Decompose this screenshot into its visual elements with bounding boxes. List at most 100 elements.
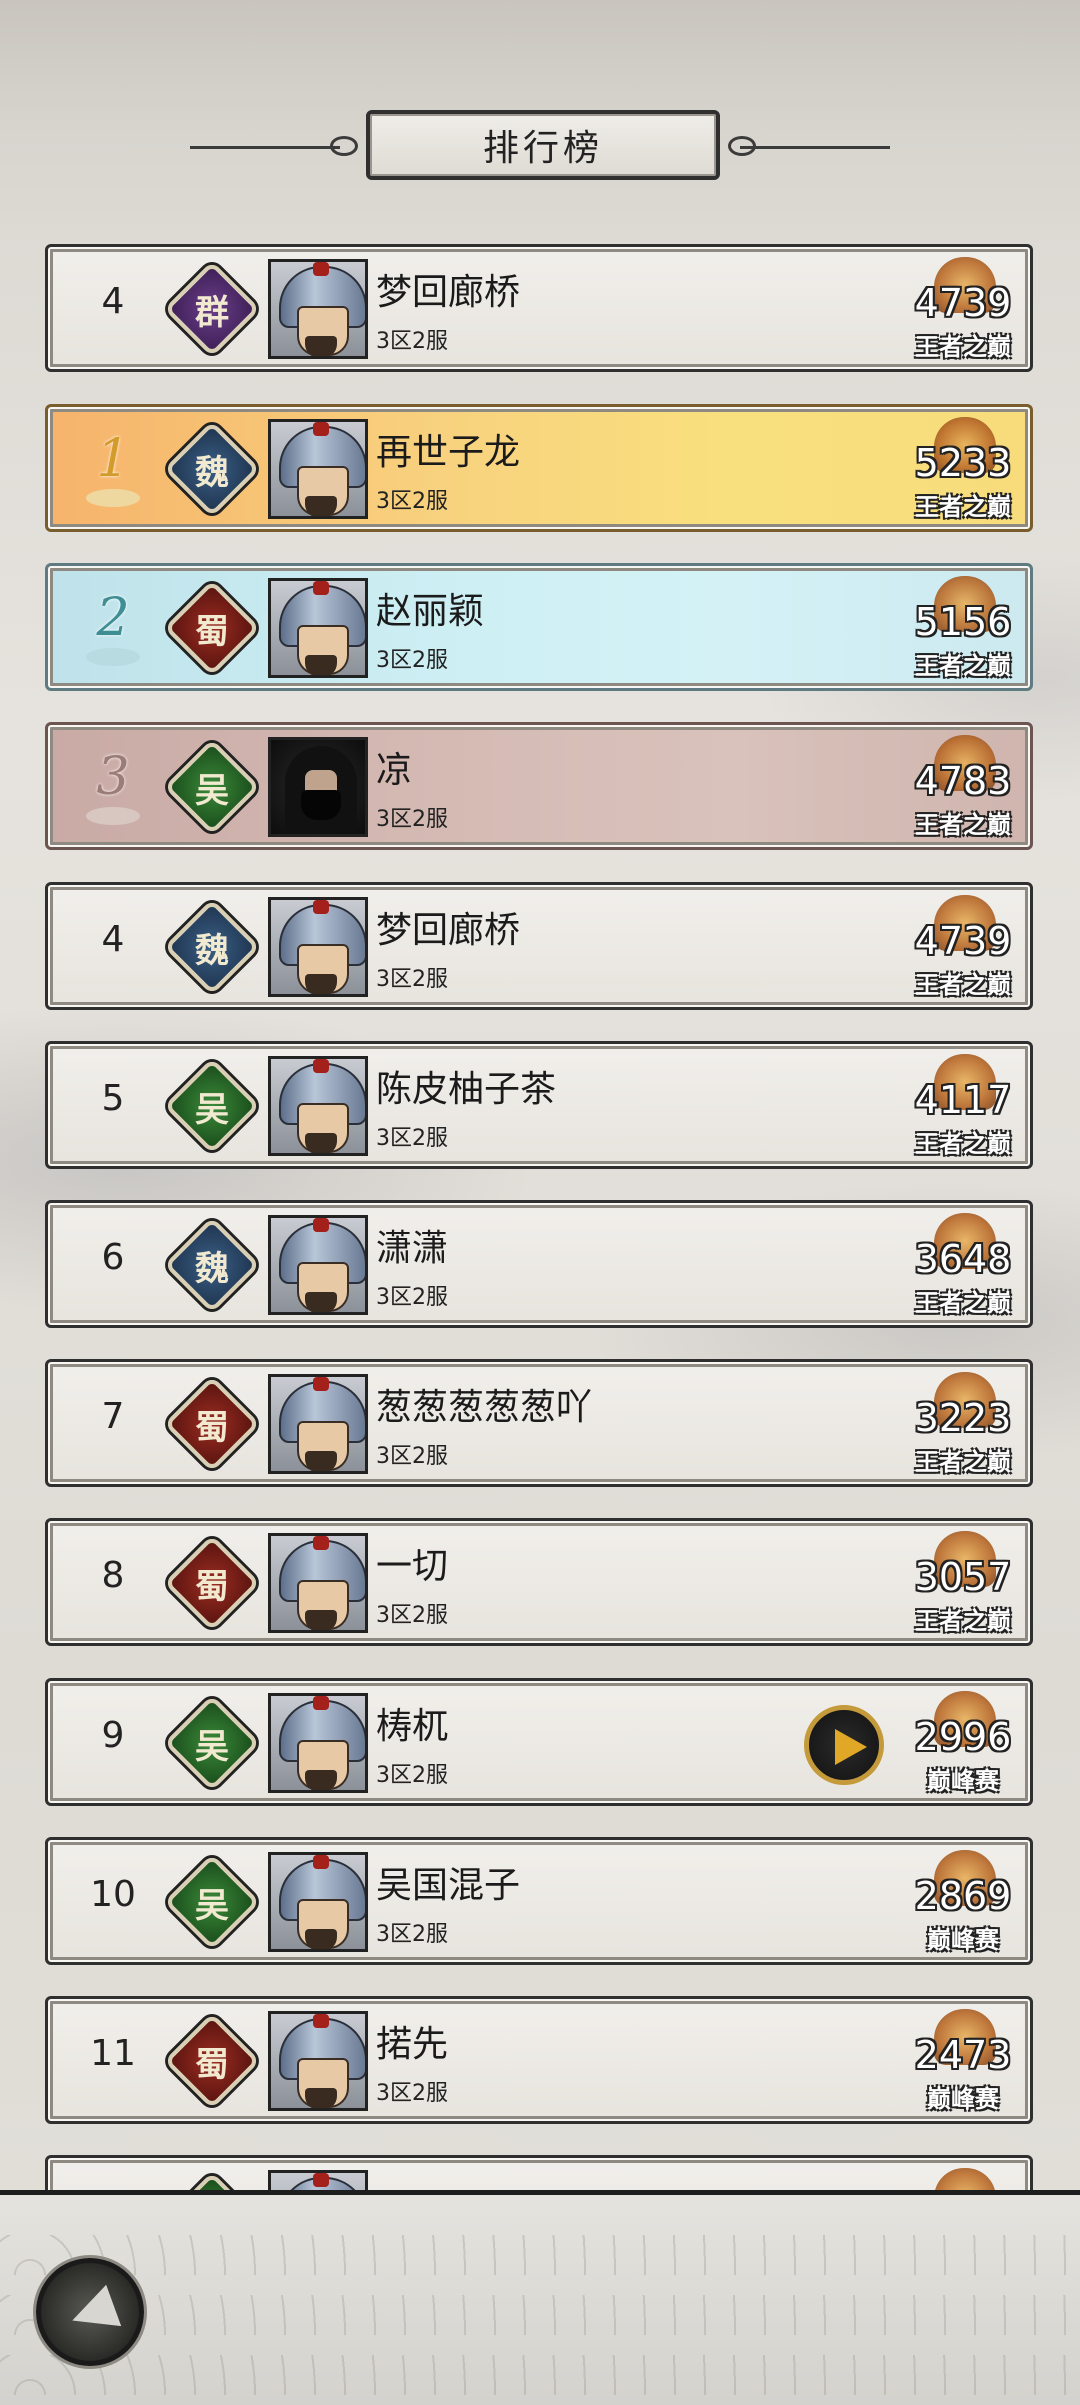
avatar[interactable] [268, 2011, 368, 2111]
list-item[interactable]: 1 魏 再世子龙 3区2服 5233 王者之巅 [45, 404, 1033, 532]
player-name: 凉 [376, 750, 413, 791]
avatar[interactable] [268, 897, 368, 997]
faction-badge: 蜀 [163, 1534, 261, 1632]
avatar[interactable] [268, 1374, 368, 1474]
list-item[interactable]: 11 蜀 掿先 3区2服 2473 巅峰赛 [45, 1996, 1033, 2124]
tier-badge: 4739 王者之巅 [908, 257, 1018, 361]
my-rank-row[interactable]: 4 群 梦回廊桥 3区2服 4739 王者之巅 [45, 244, 1033, 372]
player-name: 葱葱葱葱葱吖 [376, 1387, 593, 1428]
faction-badge: 吴 [163, 1057, 261, 1155]
tier-name: 巅峰赛 [927, 1925, 999, 1954]
player-name: 梦回廊桥 [376, 910, 521, 951]
rank-number: 11 [90, 2033, 136, 2074]
faction-badge: 吴 [163, 2171, 261, 2190]
header-ornament-left [330, 136, 358, 156]
tier-name: 王者之巅 [915, 1606, 1011, 1635]
avatar[interactable] [268, 1056, 368, 1156]
rank-number: 5 [101, 1078, 125, 1119]
server-label: 3区2服 [376, 967, 448, 992]
list-item[interactable]: 3 吴 凉 3区2服 4783 王者之巅 [45, 722, 1033, 850]
tier-badge: 5233 王者之巅 [908, 417, 1018, 521]
back-button[interactable] [36, 2258, 144, 2366]
score: 5156 [914, 600, 1012, 644]
tier-badge: 2996 巅峰赛 [908, 1691, 1018, 1795]
player-name: 陈皮柚子茶 [376, 1069, 557, 1110]
list-item[interactable]: 9 吴 梼杌 3区2服 2996 巅峰赛 [45, 1678, 1033, 1806]
list-item[interactable]: 4 魏 梦回廊桥 3区2服 4739 王者之巅 [45, 882, 1033, 1010]
rank-number: 6 [101, 1237, 125, 1278]
tier-badge: 3057 王者之巅 [908, 1531, 1018, 1635]
rank-number: 4 [101, 919, 125, 960]
rank-number: 8 [101, 1555, 125, 1596]
list-item[interactable]: 2 蜀 赵丽颖 3区2服 5156 王者之巅 [45, 563, 1033, 691]
faction-badge: 魏 [163, 420, 261, 518]
bottom-bar [0, 2190, 1080, 2405]
score: 4739 [914, 281, 1012, 325]
server-label: 3区2服 [376, 329, 448, 354]
server-label: 3区2服 [376, 807, 448, 832]
server-label: 3区2服 [376, 648, 448, 673]
faction-badge: 吴 [163, 1694, 261, 1792]
tier-name: 王者之巅 [915, 970, 1011, 999]
tier-badge: 4783 王者之巅 [908, 735, 1018, 839]
score: 2996 [914, 1715, 1012, 1759]
tier-badge: 5156 王者之巅 [908, 576, 1018, 680]
avatar[interactable] [268, 1852, 368, 1952]
tier-name: 王者之巅 [915, 492, 1011, 521]
play-replay-button[interactable] [804, 1705, 884, 1785]
score: 2473 [914, 2033, 1012, 2077]
faction-badge: 魏 [163, 898, 261, 996]
crest-icon [934, 2168, 996, 2190]
tier-badge [908, 2168, 1018, 2190]
tier-name: 王者之巅 [915, 332, 1011, 361]
player-name: 潇潇 [376, 1228, 449, 1269]
avatar[interactable] [268, 1693, 368, 1793]
avatar[interactable] [268, 737, 368, 837]
faction-badge: 蜀 [163, 579, 261, 677]
server-label: 3区2服 [376, 1922, 448, 1947]
player-name: 掿先 [376, 2024, 449, 2065]
score: 4783 [914, 759, 1012, 803]
header: 排行榜 [0, 0, 1080, 225]
list-clip: 吴 [0, 2145, 1080, 2190]
list-item[interactable]: 吴 [45, 2155, 1033, 2190]
list-item[interactable]: 8 蜀 一切 3区2服 3057 王者之巅 [45, 1518, 1033, 1646]
avatar[interactable] [268, 2170, 368, 2190]
avatar[interactable] [268, 419, 368, 519]
tier-name: 王者之巅 [915, 1129, 1011, 1158]
tier-badge: 3223 王者之巅 [908, 1372, 1018, 1476]
list-item[interactable]: 5 吴 陈皮柚子茶 3区2服 4117 王者之巅 [45, 1041, 1033, 1169]
score: 4739 [914, 919, 1012, 963]
page-title: 排行榜 [366, 110, 720, 180]
server-label: 3区2服 [376, 2081, 448, 2106]
score: 3223 [914, 1396, 1012, 1440]
faction-badge: 蜀 [163, 1375, 261, 1473]
avatar[interactable] [268, 1215, 368, 1315]
player-name: 再世子龙 [376, 432, 521, 473]
faction-badge: 魏 [163, 1216, 261, 1314]
server-label: 3区2服 [376, 1285, 448, 1310]
list-item[interactable]: 10 吴 吴国混子 3区2服 2869 巅峰赛 [45, 1837, 1033, 1965]
server-label: 3区2服 [376, 1444, 448, 1469]
player-name: 赵丽颖 [376, 591, 485, 632]
player-name: 吴国混子 [376, 1865, 521, 1906]
bronze-medal-icon: 3 [76, 745, 150, 833]
server-label: 3区2服 [376, 1603, 448, 1628]
avatar[interactable] [268, 578, 368, 678]
server-label: 3区2服 [376, 1126, 448, 1151]
rank-number: 7 [101, 1396, 125, 1437]
avatar[interactable] [268, 1533, 368, 1633]
tier-badge: 4739 王者之巅 [908, 895, 1018, 999]
list-item[interactable]: 7 蜀 葱葱葱葱葱吖 3区2服 3223 王者之巅 [45, 1359, 1033, 1487]
header-divider-left [190, 146, 340, 149]
rank-number: 10 [90, 1874, 136, 1915]
gold-medal-icon: 1 [76, 427, 150, 515]
tier-name: 巅峰赛 [927, 1766, 999, 1795]
faction-badge: 吴 [163, 738, 261, 836]
tier-badge: 2869 巅峰赛 [908, 1850, 1018, 1954]
avatar[interactable] [268, 259, 368, 359]
faction-badge: 群 [163, 260, 261, 358]
score: 2869 [914, 1874, 1012, 1918]
score: 3057 [914, 1555, 1012, 1599]
list-item[interactable]: 6 魏 潇潇 3区2服 3648 王者之巅 [45, 1200, 1033, 1328]
